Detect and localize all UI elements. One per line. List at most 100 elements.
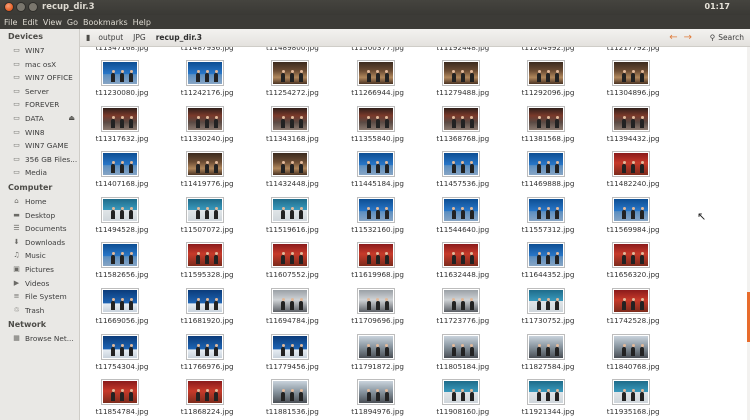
file-item[interactable]: t11254272.jpg — [250, 61, 334, 107]
sidebar-item-win7-game[interactable]: ▭ WIN7 GAME — [0, 139, 79, 153]
file-grid-view[interactable]: t11347168.jpg t11487936.jpg t11489800.jpg t… — [80, 47, 748, 420]
file-item[interactable]: t11469888.jpg — [506, 152, 590, 198]
file-item[interactable]: t11632448.jpg — [421, 243, 505, 289]
file-item[interactable]: t11754304.jpg — [80, 334, 164, 381]
sidebar-item-win7-office[interactable]: ▭ WIN7 OFFICE — [0, 71, 79, 85]
sidebar-item-music[interactable]: ♫ Music — [0, 249, 79, 263]
file-item[interactable]: t11569984.jpg — [591, 197, 675, 244]
menu-file[interactable]: File — [4, 18, 17, 27]
menu-view[interactable]: View — [43, 18, 62, 27]
file-item[interactable]: t11419776.jpg — [165, 152, 249, 198]
file-item[interactable]: t11343168.jpg — [250, 106, 334, 153]
file-item[interactable]: t11595328.jpg — [165, 243, 249, 289]
file-item[interactable]: t11487936.jpg — [165, 47, 249, 62]
file-item[interactable]: t11381568.jpg — [506, 106, 590, 153]
file-item[interactable]: t11557312.jpg — [506, 197, 590, 244]
back-arrow-icon[interactable]: ← — [669, 32, 677, 43]
sidebar-item-home[interactable]: ⌂ Home — [0, 195, 79, 209]
file-item[interactable]: t11304896.jpg — [591, 61, 675, 107]
sidebar-item-desktop[interactable]: ▬ Desktop — [0, 209, 79, 223]
search-button[interactable]: ⚲ Search — [710, 33, 744, 42]
file-item[interactable]: t11500377.jpg — [336, 47, 420, 62]
sidebar-item-data[interactable]: ▭ DATA ⏏ — [0, 112, 79, 126]
sidebar-item-trash[interactable]: ♲ Trash — [0, 304, 79, 318]
breadcrumb-current[interactable]: recup_dir.3 — [154, 32, 204, 43]
file-item[interactable]: t11266944.jpg — [336, 61, 420, 107]
file-item[interactable]: t11827584.jpg — [506, 334, 590, 381]
file-item[interactable]: t11908160.jpg — [421, 380, 505, 420]
sidebar-item-server[interactable]: ▭ Server — [0, 85, 79, 99]
maximize-window-button[interactable] — [28, 2, 38, 12]
file-item[interactable]: t11656320.jpg — [591, 243, 675, 289]
file-item[interactable]: t11709696.jpg — [336, 289, 420, 335]
file-item[interactable]: t11681920.jpg — [165, 289, 249, 335]
file-item[interactable]: t11582656.jpg — [80, 243, 164, 289]
file-item[interactable]: t11644352.jpg — [506, 243, 590, 289]
file-item[interactable]: t11766976.jpg — [165, 334, 249, 381]
file-item[interactable]: t11242176.jpg — [165, 61, 249, 107]
file-item[interactable]: t11881536.jpg — [250, 380, 334, 420]
file-item[interactable]: t11519616.jpg — [250, 197, 334, 244]
sidebar-item-file-system[interactable]: ≡ File System — [0, 290, 79, 304]
sidebar-item-browse-net[interactable]: ▦ Browse Net... — [0, 332, 79, 346]
file-item[interactable]: t11445184.jpg — [336, 152, 420, 198]
sidebar-item-win8[interactable]: ▭ WIN8 — [0, 126, 79, 140]
sidebar-item-downloads[interactable]: ⬇ Downloads — [0, 236, 79, 250]
sidebar-item-mac-osx[interactable]: ▭ mac osX — [0, 58, 79, 72]
file-item[interactable]: t11279488.jpg — [421, 61, 505, 107]
file-item[interactable]: t11619968.jpg — [336, 243, 420, 289]
file-item[interactable]: t11805184.jpg — [421, 334, 505, 381]
file-item[interactable]: t11368768.jpg — [421, 106, 505, 153]
file-item[interactable]: t11723776.jpg — [421, 289, 505, 335]
menu-edit[interactable]: Edit — [22, 18, 38, 27]
drive-icon[interactable]: ▮ — [86, 33, 90, 42]
file-item[interactable]: t11432448.jpg — [250, 152, 334, 198]
file-item[interactable]: t11791872.jpg — [336, 334, 420, 381]
file-item[interactable]: t11532160.jpg — [336, 197, 420, 244]
file-item[interactable]: t11507072.jpg — [165, 197, 249, 244]
file-item[interactable]: t11494528.jpg — [80, 197, 164, 244]
menu-help[interactable]: Help — [133, 18, 151, 27]
sidebar-item-win7[interactable]: ▭ WIN7 — [0, 44, 79, 58]
file-item[interactable]: t11669056.jpg — [80, 289, 164, 335]
menu-go[interactable]: Go — [67, 18, 78, 27]
file-item[interactable]: t11742528.jpg — [591, 289, 675, 335]
minimize-window-button[interactable] — [16, 2, 26, 12]
sidebar-item-media[interactable]: ▭ Media — [0, 166, 79, 180]
file-item[interactable]: t11217792.jpg — [591, 47, 675, 62]
file-item[interactable]: t11854784.jpg — [80, 380, 164, 420]
file-item[interactable]: t11730752.jpg — [506, 289, 590, 335]
breadcrumb-jpg[interactable]: JPG — [131, 32, 148, 43]
file-item[interactable]: t11868224.jpg — [165, 380, 249, 420]
sidebar-item-356-gb-files[interactable]: ▭ 356 GB Files... — [0, 153, 79, 167]
sidebar-item-pictures[interactable]: ▣ Pictures — [0, 263, 79, 277]
file-item[interactable]: t11607552.jpg — [250, 243, 334, 289]
file-item[interactable]: t11544640.jpg — [421, 197, 505, 244]
file-item[interactable]: t11489800.jpg — [250, 47, 334, 62]
file-item[interactable]: t11779456.jpg — [250, 334, 334, 381]
menu-bookmarks[interactable]: Bookmarks — [83, 18, 128, 27]
file-item[interactable]: t11192448.jpg — [421, 47, 505, 62]
file-item[interactable]: t11292096.jpg — [506, 61, 590, 107]
file-item[interactable]: t11204992.jpg — [506, 47, 590, 62]
eject-icon[interactable]: ⏏ — [68, 112, 75, 126]
file-item[interactable]: t11921344.jpg — [506, 380, 590, 420]
file-item[interactable]: t11407168.jpg — [80, 152, 164, 198]
file-item[interactable]: t11457536.jpg — [421, 152, 505, 198]
file-item[interactable]: t11230080.jpg — [80, 61, 164, 107]
file-item[interactable]: t11394432.jpg — [591, 106, 675, 153]
file-item[interactable]: t11894976.jpg — [336, 380, 420, 420]
breadcrumb-output[interactable]: output — [96, 32, 125, 43]
file-item[interactable]: t11330240.jpg — [165, 106, 249, 153]
file-item[interactable]: t11935168.jpg — [591, 380, 675, 420]
sidebar-item-forever[interactable]: ▭ FOREVER — [0, 98, 79, 112]
close-window-button[interactable] — [4, 2, 14, 12]
forward-arrow-icon[interactable]: → — [684, 32, 692, 43]
file-item[interactable]: t11347168.jpg — [80, 47, 164, 62]
clock[interactable]: 01:17 — [705, 2, 730, 11]
file-item[interactable]: t11694784.jpg — [250, 289, 334, 335]
file-item[interactable]: t11840768.jpg — [591, 334, 675, 381]
sidebar-item-documents[interactable]: ☰ Documents — [0, 222, 79, 236]
file-item[interactable]: t11355840.jpg — [336, 106, 420, 153]
file-item[interactable]: t11482240.jpg — [591, 152, 675, 198]
